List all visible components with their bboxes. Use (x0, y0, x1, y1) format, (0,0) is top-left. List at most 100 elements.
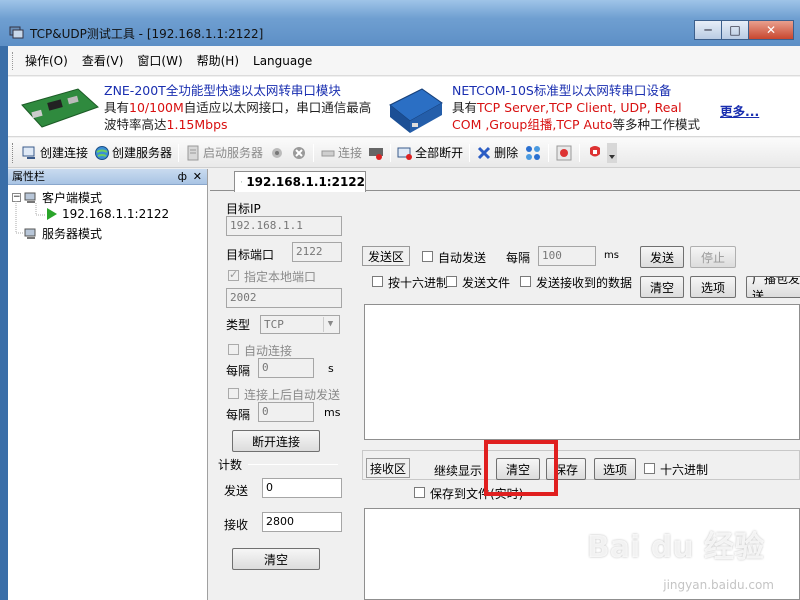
server-icon (187, 145, 199, 160)
globe-icon (95, 145, 110, 160)
tab-label: 192.168.1.1:2122 (246, 175, 365, 189)
save-to-file-checkbox[interactable] (414, 487, 425, 498)
interval1-unit: s (328, 362, 334, 375)
chevron-down-icon: ▼ (323, 317, 337, 332)
interval2-field[interactable]: 0 (258, 402, 314, 422)
local-port-checkbox[interactable] (228, 268, 239, 281)
toolbar-separator (548, 143, 550, 162)
more-link[interactable]: 更多... (720, 101, 759, 120)
toolbar: 创建连接 创建服务器 启动服务器 连接 全部断开 删除 (8, 138, 800, 168)
maximize-button[interactable]: □ (721, 20, 749, 40)
menu-grip (12, 51, 15, 70)
record-icon[interactable] (556, 145, 572, 161)
network-icon[interactable] (525, 145, 541, 161)
close-circle-icon[interactable] (291, 145, 307, 161)
count-label: 计数 (218, 458, 243, 472)
ad2-line2-red: COM ,Group组播,TCP Auto (452, 117, 613, 132)
send-interval-field[interactable]: 100 (538, 246, 596, 266)
auto-send-on-connect-checkbox[interactable] (228, 388, 239, 399)
ad1-line2: 波特率高达1.15Mbps (104, 114, 228, 133)
app-icon (9, 26, 24, 39)
send-received-checkbox[interactable] (520, 276, 531, 287)
tree-client-item[interactable]: 192.168.1.1:2122 (46, 207, 169, 221)
broadcast-button[interactable]: 广播包发送 (746, 276, 800, 298)
local-port-field[interactable]: 2002 (226, 288, 342, 308)
document-tabs: 192.168.1.1:2122 (210, 169, 800, 192)
start-server-label: 启动服务器 (203, 146, 264, 160)
recv-count-field[interactable]: 2800 (262, 512, 342, 532)
client-item-label: 192.168.1.1:2122 (62, 207, 170, 221)
target-port-label: 目标端口 (226, 248, 275, 262)
disconnect-icon[interactable] (368, 145, 384, 161)
disconnect-all-button[interactable]: 全部断开 (394, 141, 466, 165)
menu-window[interactable]: 窗口(W) (137, 52, 182, 69)
receive-options-button[interactable]: 选项 (594, 458, 636, 480)
delete-label: 删除 (494, 146, 519, 160)
hex-send-checkbox[interactable] (372, 276, 383, 287)
start-server-button[interactable]: 启动服务器 (182, 141, 266, 165)
send-textarea[interactable] (364, 304, 800, 440)
menu-operate[interactable]: 操作(O) (25, 52, 68, 69)
send-file-label: 发送文件 (462, 276, 511, 290)
auto-connect-checkbox[interactable] (228, 344, 239, 355)
close-window-button[interactable]: ✕ (748, 20, 794, 40)
tab-connection[interactable]: 192.168.1.1:2122 (234, 171, 366, 192)
zne-module-image[interactable] (18, 85, 102, 133)
netcom-device-image[interactable] (382, 83, 448, 137)
toolbar-grip (12, 142, 15, 163)
interval1-field[interactable]: 0 (258, 358, 314, 378)
auto-send-checkbox[interactable] (422, 251, 433, 262)
pin-icon[interactable]: ф (178, 169, 187, 184)
continue-display-label[interactable]: 继续显示 (434, 462, 482, 479)
title-bar[interactable]: TCP&UDP测试工具 - [192.168.1.1:2122] ─ □ ✕ (0, 0, 800, 46)
auto-send-label: 自动发送 (438, 251, 487, 265)
toolbar-separator (178, 143, 180, 162)
delete-button[interactable]: 删除 (473, 141, 521, 165)
stop-button[interactable]: 停止 (690, 246, 736, 268)
clear-count-button[interactable]: 清空 (232, 548, 320, 570)
disconnect-button[interactable]: 断开连接 (232, 430, 320, 452)
receive-hex-checkbox[interactable] (644, 463, 655, 474)
ad2-line2-b: 等多种工作模式 (612, 117, 701, 132)
send-button[interactable]: 发送 (640, 246, 684, 268)
ad-banner: ZNE-200T全功能型快速以太网转串口模块 具有10/100M自适应以太网接口… (8, 77, 800, 137)
count-group-line (248, 464, 338, 465)
send-clear-button[interactable]: 清空 (640, 276, 684, 298)
create-connection-button[interactable]: 创建连接 (19, 141, 91, 165)
ad1-line2-a: 波特率高达 (104, 117, 167, 132)
interval1-label: 每隔 (226, 364, 251, 378)
target-ip-field[interactable]: 192.168.1.1 (226, 216, 342, 236)
baidu-watermark-url: jingyan.baidu.com (663, 578, 774, 592)
interval2-label: 每隔 (226, 408, 251, 422)
magnet-icon[interactable] (587, 145, 603, 161)
close-panel-icon[interactable]: ✕ (193, 169, 202, 184)
target-port-field[interactable]: 2122 (292, 242, 342, 262)
minimize-button[interactable]: ─ (694, 20, 722, 40)
create-connection-icon (22, 146, 35, 159)
toolbar-separator (390, 143, 392, 162)
menu-help[interactable]: 帮助(H) (197, 52, 239, 69)
toolbar-overflow-button[interactable] (607, 141, 618, 165)
send-count-field[interactable]: 0 (262, 478, 342, 498)
stop-server-icon[interactable] (269, 145, 285, 161)
send-count-label: 发送 (224, 484, 249, 498)
disconnect-all-icon (397, 147, 413, 160)
send-interval-label: 每隔 (506, 251, 531, 265)
connect-button[interactable]: 连接 (317, 141, 365, 165)
app-client: 操作(O) 查看(V) 窗口(W) 帮助(H) Language ZNE-200… (8, 46, 800, 600)
local-port-label: 指定本地端口 (244, 270, 317, 284)
type-select-value: TCP (264, 318, 284, 331)
ad1-line2-red: 1.15Mbps (166, 117, 228, 132)
send-options-button[interactable]: 选项 (690, 276, 736, 298)
type-select[interactable]: TCP ▼ (260, 315, 340, 334)
disconnect-all-label: 全部断开 (415, 146, 464, 160)
menu-view[interactable]: 查看(V) (82, 52, 124, 69)
create-server-button[interactable]: 创建服务器 (91, 141, 175, 165)
menu-bar: 操作(O) 查看(V) 窗口(W) 帮助(H) Language (8, 46, 800, 76)
menu-language[interactable]: Language (253, 54, 312, 68)
ad1-line1-b: 自适应以太网接口，串口通信最高 (183, 100, 372, 115)
send-received-label: 发送接收到的数据 (536, 276, 633, 290)
send-file-checkbox[interactable] (446, 276, 457, 287)
window-controls: ─ □ ✕ (694, 20, 794, 42)
auto-send-on-connect-label: 连接上后自动发送 (244, 388, 341, 402)
